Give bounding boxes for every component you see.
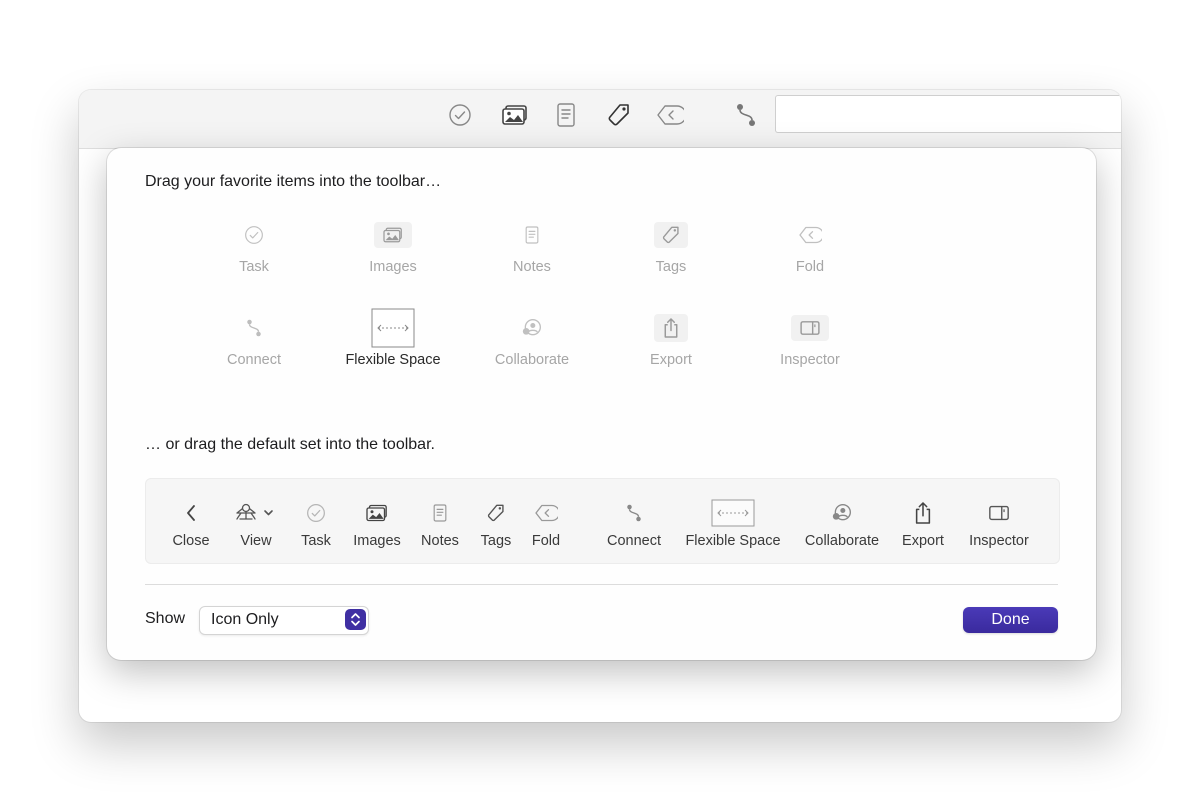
default-item-label: Connect <box>606 533 661 549</box>
default-item-label: Tags <box>480 533 512 549</box>
chevron-up-down-icon <box>345 609 366 630</box>
search-input[interactable] <box>775 95 1121 133</box>
fold-icon <box>528 499 564 527</box>
default-item-label: Export <box>902 533 944 549</box>
default-item-label: Close <box>172 533 210 549</box>
collaborate-icon <box>800 499 884 527</box>
notes-icon <box>467 220 597 250</box>
fav-item-tags[interactable]: Tags <box>606 220 736 275</box>
divider <box>145 584 1058 585</box>
toolbar-task-icon[interactable] <box>446 101 474 129</box>
flexible-space-icon <box>328 308 458 348</box>
default-item-tags: Tags <box>478 499 514 549</box>
collaborate-icon <box>467 313 597 343</box>
default-item-view: View <box>232 499 280 549</box>
flexible-space-icon <box>682 499 784 527</box>
default-item-images: Images <box>350 499 404 549</box>
default-item-close: Close <box>168 499 214 549</box>
default-set-heading: … or drag the default set into the toolb… <box>145 436 435 453</box>
chevron-left-icon <box>168 499 214 527</box>
fav-item-label: Task <box>239 259 269 275</box>
default-item-label: Collaborate <box>804 533 880 549</box>
connect-icon <box>604 499 664 527</box>
fav-item-export[interactable]: Export <box>606 313 736 368</box>
favorites-heading: Drag your favorite items into the toolba… <box>145 173 442 190</box>
fav-item-inspector[interactable]: Inspector <box>745 313 875 368</box>
toolbar-fold-icon[interactable] <box>656 101 684 129</box>
default-item-label: Notes <box>421 533 459 549</box>
fav-item-notes[interactable]: Notes <box>467 220 597 275</box>
fav-item-fold[interactable]: Fold <box>745 220 875 275</box>
images-icon <box>328 220 458 250</box>
default-item-inspector: Inspector <box>964 499 1034 549</box>
inspector-icon <box>745 313 875 343</box>
connect-icon <box>189 313 319 343</box>
fav-item-connect[interactable]: Connect <box>189 313 319 368</box>
default-item-task: Task <box>298 499 334 549</box>
default-item-connect: Connect <box>604 499 664 549</box>
fold-icon <box>745 220 875 250</box>
toolbar-notes-icon[interactable] <box>552 101 580 129</box>
default-item-label: Fold <box>531 533 561 549</box>
toolbar-tags-icon[interactable] <box>605 101 633 129</box>
export-icon <box>606 313 736 343</box>
show-mode-value: Icon Only <box>211 611 279 628</box>
toolbar-connect-icon[interactable] <box>732 101 760 129</box>
export-icon <box>898 499 948 527</box>
default-item-export: Export <box>898 499 948 549</box>
default-toolbar-set[interactable]: Close View Task Images Notes Tags Fold C… <box>145 478 1060 564</box>
default-item-collaborate: Collaborate <box>800 499 884 549</box>
tags-icon <box>606 220 736 250</box>
default-item-label: Inspector <box>969 533 1029 549</box>
fav-item-task[interactable]: Task <box>189 220 319 275</box>
task-icon <box>189 220 319 250</box>
done-button[interactable]: Done <box>963 607 1058 633</box>
default-item-fold: Fold <box>528 499 564 549</box>
fav-item-images[interactable]: Images <box>328 220 458 275</box>
default-item-label: View <box>240 533 272 549</box>
fav-item-label: Flexible Space <box>345 352 441 368</box>
inspector-icon <box>964 499 1034 527</box>
window-toolbar <box>79 90 1121 149</box>
default-item-label: Task <box>301 533 331 549</box>
fav-item-label: Fold <box>795 259 825 275</box>
default-item-flexible-space: Flexible Space <box>682 499 784 549</box>
fav-item-label: Notes <box>513 259 551 275</box>
show-label: Show <box>145 610 186 627</box>
default-item-label: Images <box>353 533 401 549</box>
images-icon <box>350 499 404 527</box>
fav-item-label: Export <box>650 352 692 368</box>
show-mode-select[interactable]: Icon Only <box>199 606 369 635</box>
notes-icon <box>419 499 461 527</box>
toolbar-images-icon[interactable] <box>501 101 529 129</box>
fav-item-label: Inspector <box>780 352 840 368</box>
fav-item-label: Images <box>369 259 417 275</box>
view-icon <box>232 499 280 527</box>
fav-item-label: Collaborate <box>494 352 570 368</box>
tags-icon <box>478 499 514 527</box>
fav-item-flexible-space[interactable]: Flexible Space <box>328 308 458 368</box>
fav-item-collaborate[interactable]: Collaborate <box>467 313 597 368</box>
default-item-label: Flexible Space <box>685 533 781 549</box>
customize-toolbar-sheet: Drag your favorite items into the toolba… <box>107 148 1096 660</box>
task-icon <box>298 499 334 527</box>
fav-item-label: Connect <box>226 352 281 368</box>
fav-item-label: Tags <box>655 259 687 275</box>
default-item-notes: Notes <box>419 499 461 549</box>
